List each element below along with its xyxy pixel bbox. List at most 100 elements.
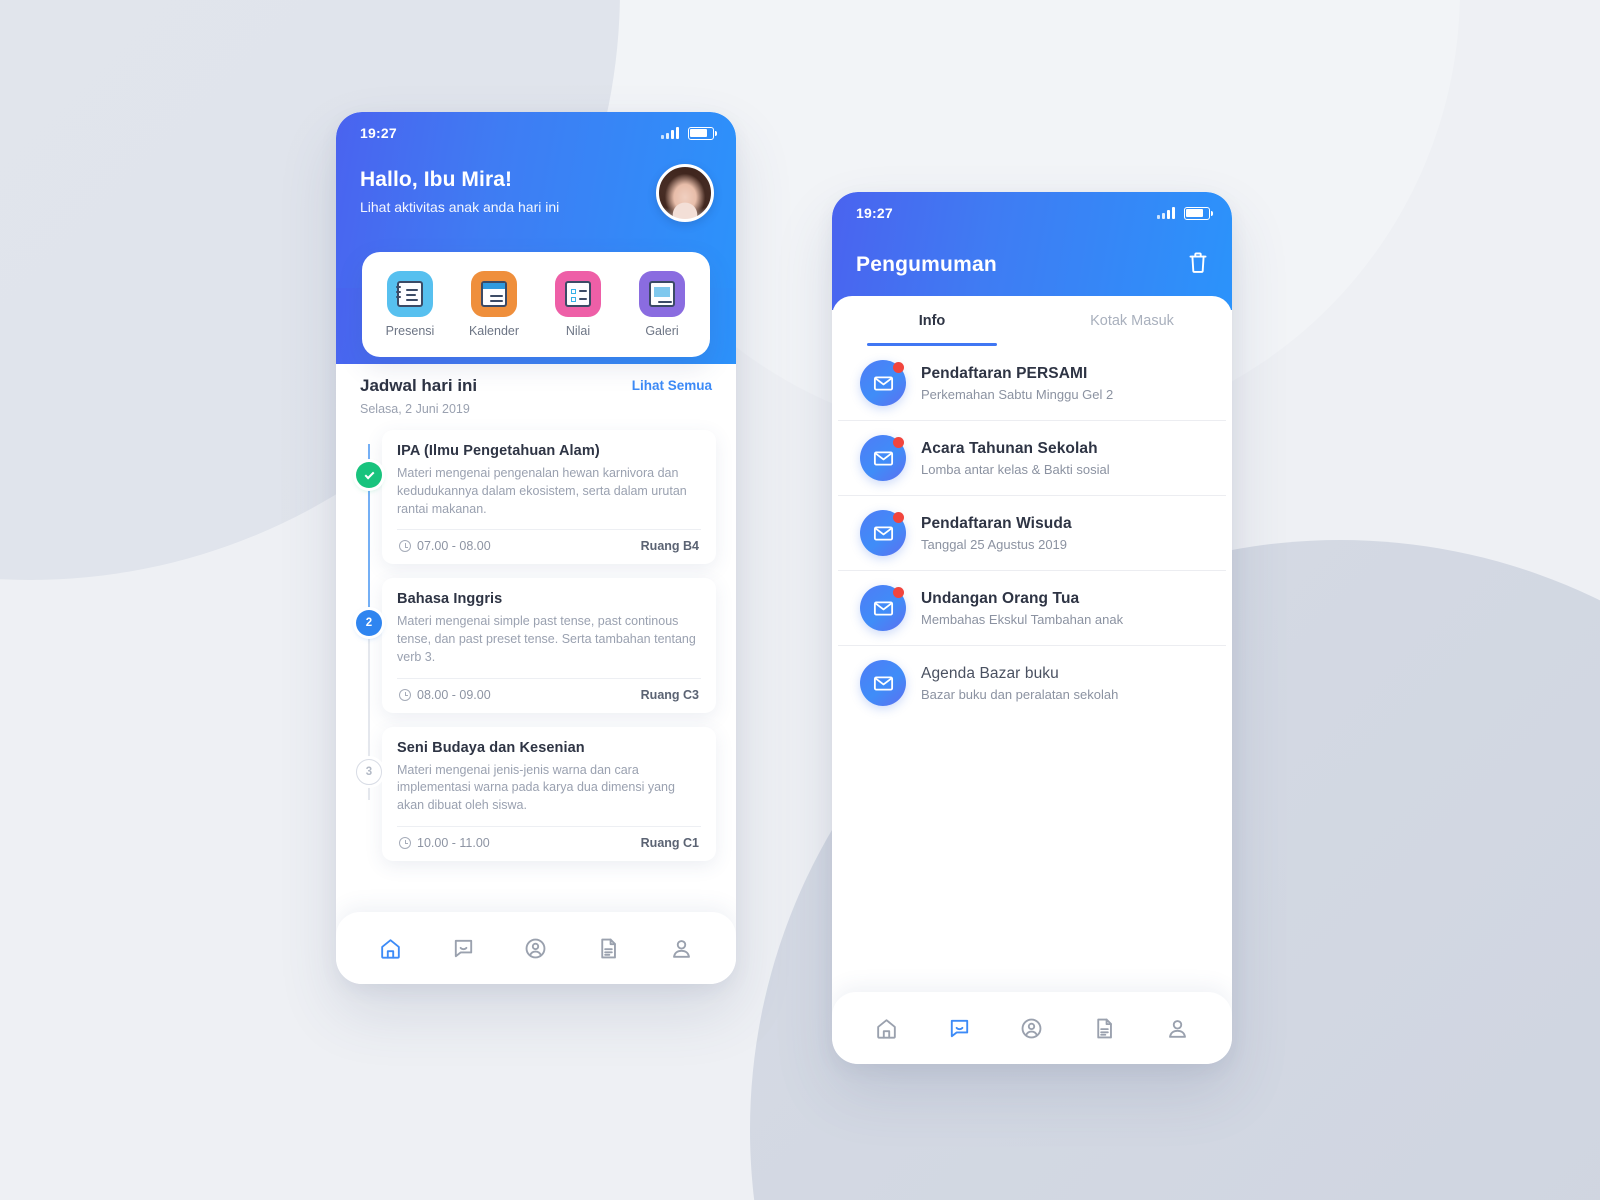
nav-item-profile[interactable] [660, 926, 704, 970]
mail-icon [860, 660, 906, 706]
status-indicators [661, 126, 718, 140]
status-time: 19:27 [856, 205, 893, 221]
schedule-card-title: Bahasa Inggris [397, 591, 503, 608]
screenshot-stage: 19:27 Hallo, Ibu Mira! Lihat aktivitas a… [0, 0, 1600, 1200]
schedule-time-text: 07.00 - 08.00 [417, 539, 491, 554]
schedule-header: Jadwal hari ini Selasa, 2 Juni 2019 Liha… [336, 364, 736, 416]
schedule-card-footer: 10.00 - 11.00 Ruang C1 [397, 825, 701, 861]
schedule-card[interactable]: IPA (Ilmu Pengetahuan Alam) Materi menge… [382, 430, 716, 565]
schedule-card-title: Seni Budaya dan Kesenian [397, 739, 585, 756]
status-indicators [1157, 206, 1214, 220]
greeting-block: Hallo, Ibu Mira! Lihat aktivitas anak an… [360, 168, 559, 215]
timeline-marker-check [356, 462, 382, 488]
schedule-item[interactable]: 2 Bahasa Inggris Materi mengenai simple … [336, 578, 736, 713]
list-item-title: Agenda Bazar buku [921, 664, 1059, 682]
unread-badge [893, 587, 904, 598]
list-item-subtitle: Bazar buku dan peralatan sekolah [921, 686, 1119, 702]
nav-item-documents[interactable] [1083, 1006, 1127, 1050]
grades-icon [555, 271, 601, 317]
nav-item-messages[interactable] [937, 1006, 981, 1050]
schedule-time-text: 08.00 - 09.00 [417, 687, 491, 702]
unread-badge [893, 512, 904, 523]
nav-item-documents[interactable] [587, 926, 631, 970]
list-item-subtitle: Perkemahan Sabtu Minggu Gel 2 [921, 386, 1114, 402]
schedule-card-room: Ruang C3 [640, 687, 699, 702]
mail-icon [860, 510, 906, 556]
greeting-subtitle: Lihat aktivitas anak anda hari ini [360, 199, 560, 215]
nav-item-profile[interactable] [1156, 1006, 1200, 1050]
clock-icon [399, 540, 411, 553]
avatar[interactable] [656, 164, 714, 222]
nav-item-account[interactable] [1010, 1006, 1054, 1050]
calendar-icon [471, 271, 517, 317]
announcements-tabs: Info Kotak Masuk [832, 296, 1232, 346]
quick-action-label: Nilai [565, 324, 591, 338]
schedule-card[interactable]: Bahasa Inggris Materi mengenai simple pa… [382, 578, 716, 713]
list-item-text: Pendaftaran PERSAMI Perkemahan Sabtu Min… [921, 365, 1113, 402]
tab-kotak-masuk[interactable]: Kotak Masuk [1032, 296, 1232, 346]
quick-actions-card: Presensi Kalender Nilai Galeri [362, 252, 710, 357]
schedule-card-time: 08.00 - 09.00 [399, 688, 491, 702]
list-item[interactable]: Pendaftaran PERSAMI Perkemahan Sabtu Min… [838, 346, 1226, 421]
nav-item-home[interactable] [368, 926, 412, 970]
list-item[interactable]: Pendaftaran Wisuda Tanggal 25 Agustus 20… [838, 496, 1226, 571]
battery-icon [688, 126, 718, 140]
announcements-titlebar: Pengumuman [832, 234, 1232, 296]
mail-icon [860, 435, 906, 481]
schedule-item[interactable]: 3 Seni Budaya dan Kesenian Materi mengen… [336, 726, 736, 861]
schedule-item[interactable]: IPA (Ilmu Pengetahuan Alam) Materi menge… [336, 430, 736, 565]
trash-icon[interactable] [1186, 250, 1210, 281]
schedule-date: Selasa, 2 Juni 2019 [360, 402, 470, 416]
schedule-card-time: 07.00 - 08.00 [399, 539, 491, 553]
schedule-card[interactable]: Seni Budaya dan Kesenian Materi mengenai… [382, 726, 716, 861]
bottom-nav-announcements [832, 992, 1232, 1064]
mail-icon [860, 360, 906, 406]
bottom-nav-home [336, 912, 736, 984]
schedule-card-title: IPA (Ilmu Pengetahuan Alam) [397, 443, 600, 459]
timeline-marker-number: 3 [356, 758, 382, 785]
quick-action-nilai[interactable]: Nilai [541, 271, 615, 338]
page-title: Pengumuman [856, 253, 997, 276]
clock-icon [399, 688, 411, 701]
schedule-card-time: 10.00 - 11.00 [399, 836, 490, 850]
schedule-card-description: Materi mengenai pengenalan hewan karnivo… [397, 466, 687, 516]
list-item-text: Agenda Bazar buku Bazar buku dan peralat… [921, 665, 1118, 702]
nav-item-messages[interactable] [441, 926, 485, 970]
nav-item-account[interactable] [514, 926, 558, 970]
signal-bars-icon [661, 127, 679, 139]
schedule-section: Jadwal hari ini Selasa, 2 Juni 2019 Liha… [336, 364, 736, 984]
announcements-list: Pendaftaran PERSAMI Perkemahan Sabtu Min… [832, 346, 1232, 992]
quick-action-label: Galeri [645, 324, 679, 338]
see-all-link[interactable]: Lihat Semua [632, 378, 712, 393]
list-item-title: Acara Tahunan Sekolah [921, 439, 1098, 457]
greeting-title: Hallo, Ibu Mira! [360, 168, 513, 191]
quick-action-label: Kalender [468, 324, 520, 338]
list-item-subtitle: Membahas Ekskul Tambahan anak [921, 611, 1124, 627]
list-item-title: Undangan Orang Tua [921, 589, 1080, 607]
schedule-card-room: Ruang C1 [640, 835, 699, 850]
schedule-card-footer: 08.00 - 09.00 Ruang C3 [397, 677, 701, 713]
mail-icon [860, 585, 906, 631]
timeline-marker-number: 2 [356, 610, 382, 637]
tab-label: Info [918, 313, 946, 329]
schedule-card-footer: 07.00 - 08.00 Ruang B4 [397, 529, 701, 564]
tab-info[interactable]: Info [832, 296, 1032, 346]
status-bar-announcements: 19:27 [832, 192, 1232, 234]
battery-icon [1184, 206, 1214, 220]
list-item[interactable]: Undangan Orang Tua Membahas Ekskul Tamba… [838, 571, 1226, 646]
quick-action-kalender[interactable]: Kalender [457, 271, 531, 338]
quick-action-label: Presensi [385, 324, 435, 338]
list-item-title: Pendaftaran Wisuda [921, 514, 1072, 532]
signal-bars-icon [1157, 207, 1175, 219]
list-item[interactable]: Acara Tahunan Sekolah Lomba antar kelas … [838, 421, 1226, 496]
quick-action-presensi[interactable]: Presensi [373, 271, 447, 338]
list-item[interactable]: Agenda Bazar buku Bazar buku dan peralat… [838, 646, 1226, 720]
phone-home-screen: 19:27 Hallo, Ibu Mira! Lihat aktivitas a… [336, 112, 736, 984]
quick-action-galeri[interactable]: Galeri [625, 271, 699, 338]
gallery-icon [639, 271, 685, 317]
schedule-card-room: Ruang B4 [640, 539, 699, 554]
schedule-card-description: Materi mengenai jenis-jenis warna dan ca… [397, 762, 675, 813]
nav-item-home[interactable] [864, 1006, 908, 1050]
unread-badge [893, 362, 904, 373]
clock-icon [399, 836, 411, 849]
